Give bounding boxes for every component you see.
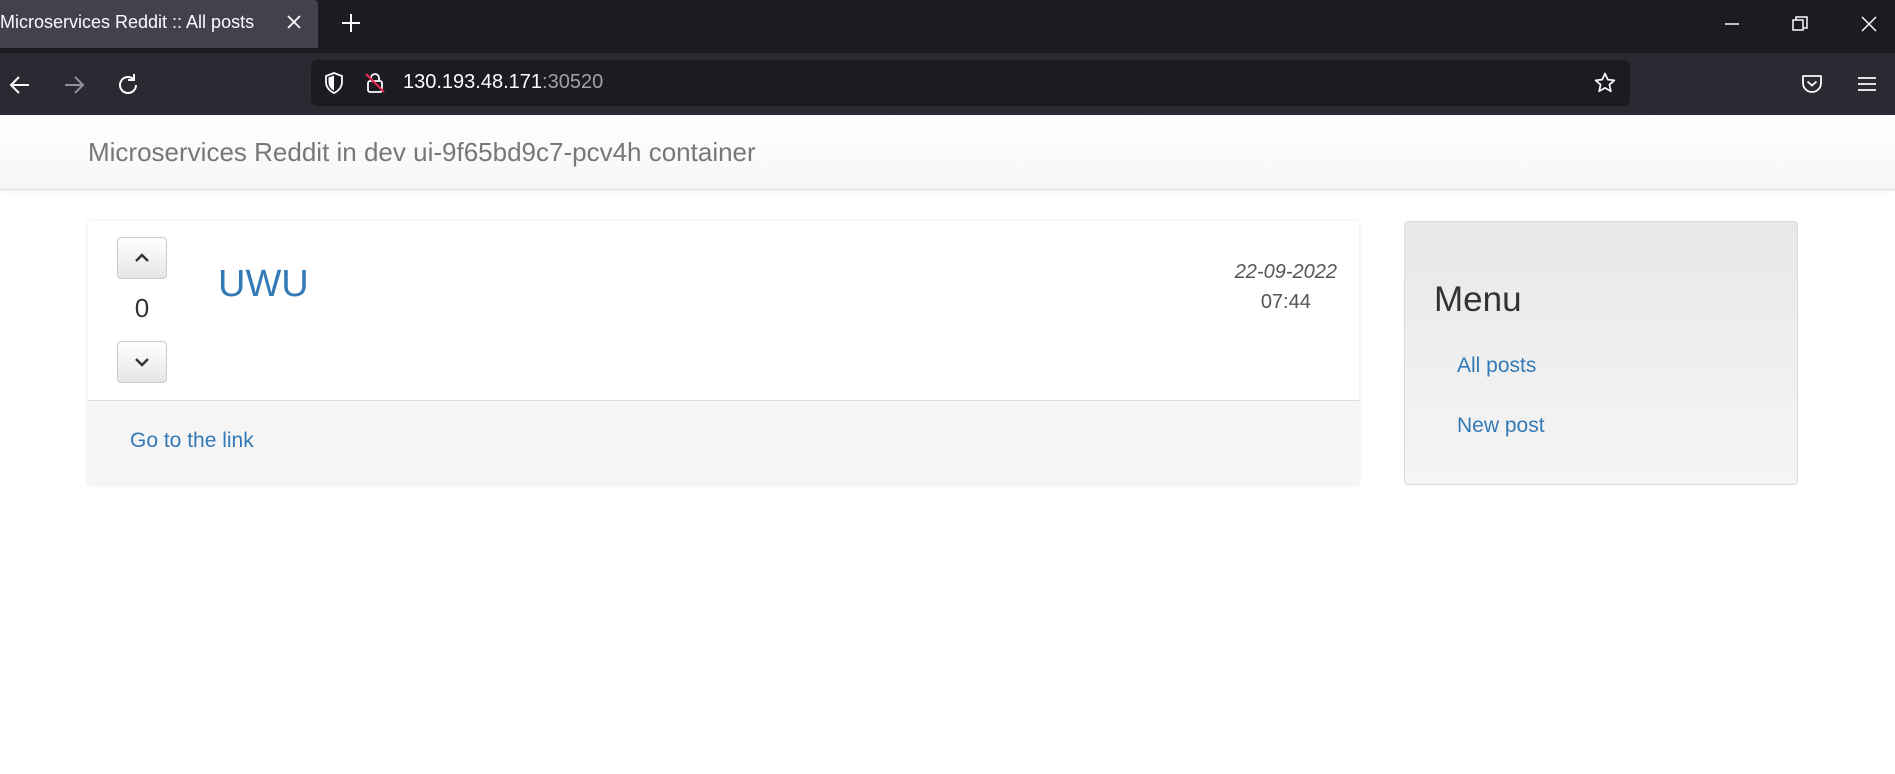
- shield-icon[interactable]: [322, 71, 346, 95]
- post-card: 0 UWU 22-09-2022 07:44 Go to the link: [88, 221, 1359, 485]
- sidebar-heading: Menu: [1434, 280, 1522, 319]
- url-host: 130.193.48.171: [403, 71, 543, 93]
- restore-icon[interactable]: [1788, 12, 1812, 36]
- tab-title: Microservices Reddit :: All posts: [0, 12, 255, 32]
- sidebar-item-new-post[interactable]: New post: [1457, 414, 1545, 438]
- post-body: 0 UWU 22-09-2022 07:44: [88, 221, 1359, 400]
- sidebar-menu: Menu All posts New post: [1404, 221, 1798, 485]
- post-footer: Go to the link: [88, 400, 1359, 485]
- go-to-link[interactable]: Go to the link: [130, 429, 254, 453]
- minimize-icon[interactable]: [1720, 12, 1744, 36]
- chevron-up-icon: [135, 253, 149, 262]
- close-icon[interactable]: [284, 12, 304, 32]
- downvote-button[interactable]: [117, 341, 167, 383]
- url-bar[interactable]: 130.193.48.171:30520: [311, 60, 1630, 106]
- forward-arrow-icon[interactable]: [60, 71, 88, 99]
- star-icon[interactable]: [1593, 71, 1617, 95]
- site-navbar: Microservices Reddit in dev ui-9f65bd9c7…: [0, 115, 1895, 190]
- pocket-icon[interactable]: [1799, 71, 1825, 97]
- site-brand[interactable]: Microservices Reddit in dev ui-9f65bd9c7…: [88, 137, 756, 168]
- post-timestamp: 22-09-2022 07:44: [1235, 257, 1337, 317]
- hamburger-menu-icon[interactable]: [1854, 71, 1880, 97]
- url-port: :30520: [542, 71, 604, 93]
- browser-toolbar: 130.193.48.171:30520: [0, 53, 1895, 115]
- insecure-lock-icon[interactable]: [363, 71, 387, 95]
- chevron-down-icon: [135, 358, 149, 367]
- post-date: 22-09-2022: [1234, 261, 1337, 283]
- vote-count: 0: [134, 293, 150, 323]
- upvote-button[interactable]: [117, 237, 167, 279]
- post-time: 07:44: [1260, 291, 1311, 313]
- browser-tab-active[interactable]: Microservices Reddit :: All posts: [0, 0, 318, 48]
- post-title-link[interactable]: UWU: [218, 263, 309, 306]
- back-arrow-icon[interactable]: [6, 71, 34, 99]
- close-window-icon[interactable]: [1857, 12, 1881, 36]
- sidebar-item-all-posts[interactable]: All posts: [1457, 354, 1536, 378]
- plus-icon[interactable]: [338, 10, 364, 36]
- url-text[interactable]: 130.193.48.171:30520: [403, 71, 603, 94]
- browser-tab-bar: Microservices Reddit :: All posts: [0, 0, 1895, 53]
- reload-icon[interactable]: [114, 71, 142, 99]
